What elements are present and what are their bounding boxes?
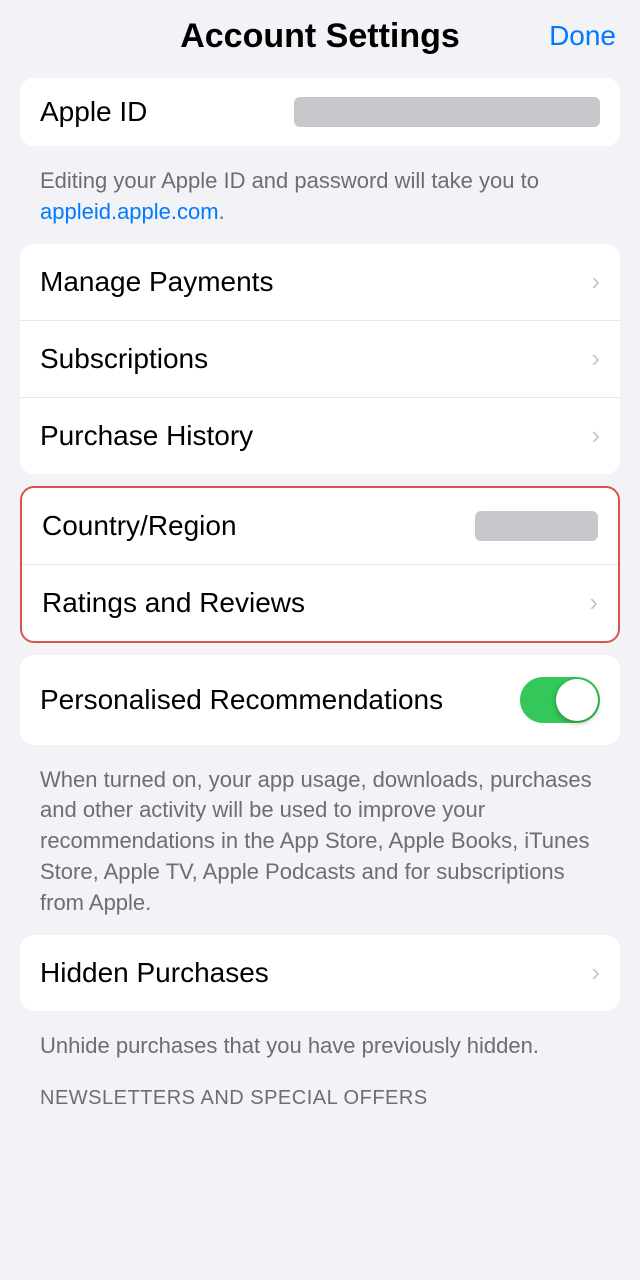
subscriptions-chevron: ›	[591, 343, 600, 374]
apple-id-row[interactable]: Apple ID ●●●●●●●●●●●●●●●●●●●	[20, 78, 620, 146]
toggle-knob	[556, 679, 598, 721]
country-region-card: Country/Region ●●●●●●● Ratings and Revie…	[20, 486, 620, 643]
ratings-reviews-row[interactable]: Ratings and Reviews ›	[22, 565, 618, 641]
hidden-purchases-label: Hidden Purchases	[40, 957, 269, 989]
personalised-toggle[interactable]	[520, 677, 600, 723]
content-area: Apple ID ●●●●●●●●●●●●●●●●●●● Editing you…	[0, 62, 640, 1146]
hidden-purchases-description: Unhide purchases that you have previousl…	[20, 1023, 620, 1078]
helper-prefix: Editing your Apple ID and password will …	[40, 168, 539, 193]
page-title: Account Settings	[180, 17, 460, 56]
purchase-history-row[interactable]: Purchase History ›	[20, 398, 620, 474]
apple-id-helper: Editing your Apple ID and password will …	[20, 158, 620, 244]
helper-suffix: .	[219, 199, 225, 224]
country-region-label: Country/Region	[42, 510, 237, 542]
main-menu-card: Manage Payments › Subscriptions › Purcha…	[20, 244, 620, 474]
personalised-card: Personalised Recommendations	[20, 655, 620, 745]
manage-payments-label: Manage Payments	[40, 266, 273, 298]
done-button[interactable]: Done	[549, 20, 616, 52]
country-region-row[interactable]: Country/Region ●●●●●●●	[22, 488, 618, 565]
ratings-reviews-label: Ratings and Reviews	[42, 587, 305, 619]
ratings-reviews-chevron: ›	[589, 587, 598, 618]
purchase-history-label: Purchase History	[40, 420, 253, 452]
personalised-description: When turned on, your app usage, download…	[20, 757, 620, 935]
hidden-purchases-row[interactable]: Hidden Purchases ›	[20, 935, 620, 1011]
country-region-value: ●●●●●●●	[475, 511, 598, 541]
apple-id-link[interactable]: appleid.apple.com	[40, 199, 219, 224]
apple-id-card: Apple ID ●●●●●●●●●●●●●●●●●●●	[20, 78, 620, 146]
apple-id-label: Apple ID	[40, 96, 147, 128]
hidden-purchases-card: Hidden Purchases ›	[20, 935, 620, 1011]
newsletters-section-label: NEWSLETTERS AND SPECIAL OFFERS	[20, 1077, 620, 1116]
subscriptions-label: Subscriptions	[40, 343, 208, 375]
manage-payments-row[interactable]: Manage Payments ›	[20, 244, 620, 321]
personalised-label: Personalised Recommendations	[40, 684, 520, 716]
hidden-purchases-chevron: ›	[591, 957, 600, 988]
manage-payments-chevron: ›	[591, 266, 600, 297]
personalised-row: Personalised Recommendations	[20, 655, 620, 745]
purchase-history-chevron: ›	[591, 420, 600, 451]
header: Account Settings Done	[0, 0, 640, 62]
subscriptions-row[interactable]: Subscriptions ›	[20, 321, 620, 398]
apple-id-value: ●●●●●●●●●●●●●●●●●●●	[294, 97, 600, 127]
